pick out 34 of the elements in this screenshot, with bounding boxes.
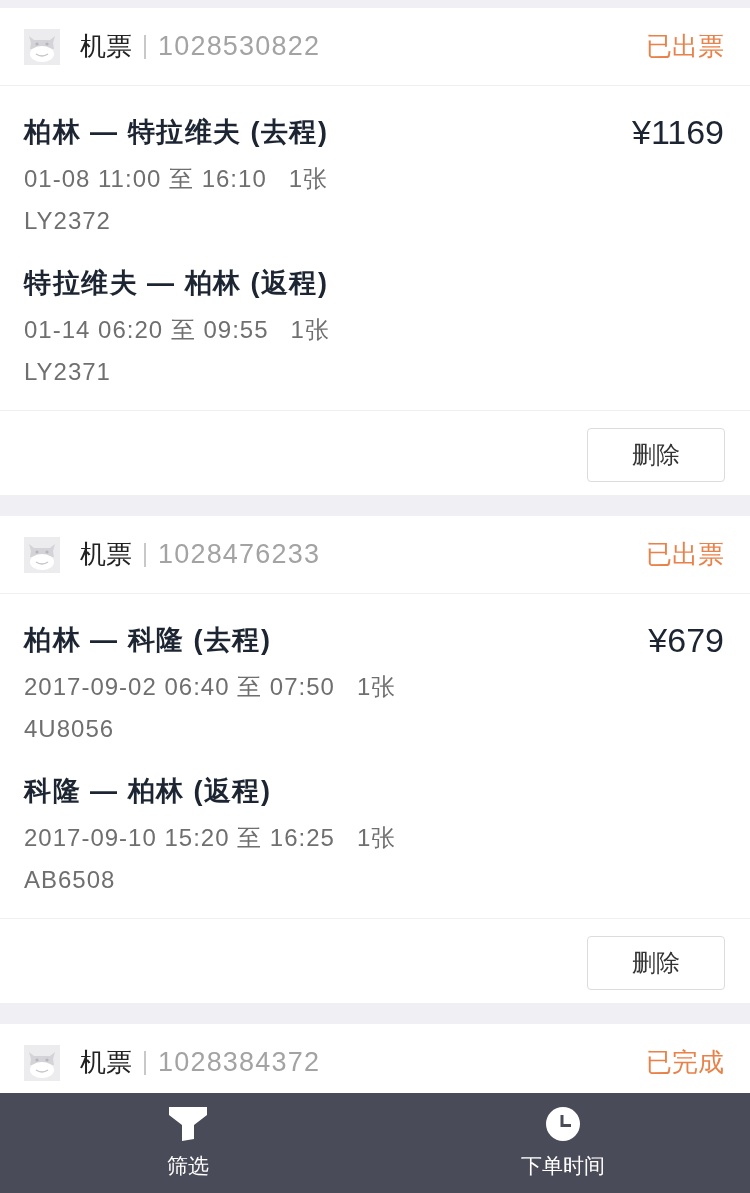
cow-icon: [24, 536, 60, 573]
order-number: 1028384372: [158, 1047, 321, 1078]
order-status: 已完成: [646, 1046, 724, 1079]
category-label: 机票: [80, 1046, 132, 1079]
route-title: 柏林 — 特拉维夫 (去程): [24, 116, 329, 149]
delete-button[interactable]: 删除: [587, 428, 725, 482]
ticket-count: 1张: [356, 823, 397, 853]
filter-icon: [168, 1107, 207, 1141]
price: ¥1169: [631, 112, 724, 152]
order-number: 1028476233: [158, 539, 321, 570]
cow-icon: [24, 1044, 60, 1081]
cow-icon: [24, 28, 60, 65]
flight-time: 2017-09-10 15:20 至 16:25: [24, 823, 335, 853]
ticket-count: 1张: [288, 164, 329, 194]
category-label: 机票: [80, 538, 132, 571]
category-label: 机票: [80, 30, 132, 63]
route-title: 特拉维夫 — 柏林 (返程): [24, 267, 329, 300]
route-title: 科隆 — 柏林 (返程): [24, 775, 272, 808]
route-title: 柏林 — 科隆 (去程): [24, 624, 272, 657]
clock-icon: [545, 1107, 580, 1141]
flight-number: AB6508: [24, 865, 116, 895]
flight-number: LY2372: [24, 206, 111, 236]
ticket-count: 1张: [356, 672, 397, 702]
flight-time: 01-14 06:20 至 09:55: [24, 315, 269, 345]
flight-number: 4U8056: [24, 714, 115, 744]
ticket-count: 1张: [290, 315, 330, 345]
price: ¥679: [648, 620, 724, 660]
order-status: 已出票: [646, 538, 724, 571]
flight-time: 01-08 11:00 至 16:10: [24, 164, 267, 194]
order-number: 1028530822: [158, 31, 321, 62]
flight-number: LY2371: [24, 357, 111, 387]
flight-time: 2017-09-02 06:40 至 07:50: [24, 672, 335, 702]
delete-button[interactable]: 删除: [587, 936, 725, 990]
order-status: 已出票: [646, 30, 724, 63]
